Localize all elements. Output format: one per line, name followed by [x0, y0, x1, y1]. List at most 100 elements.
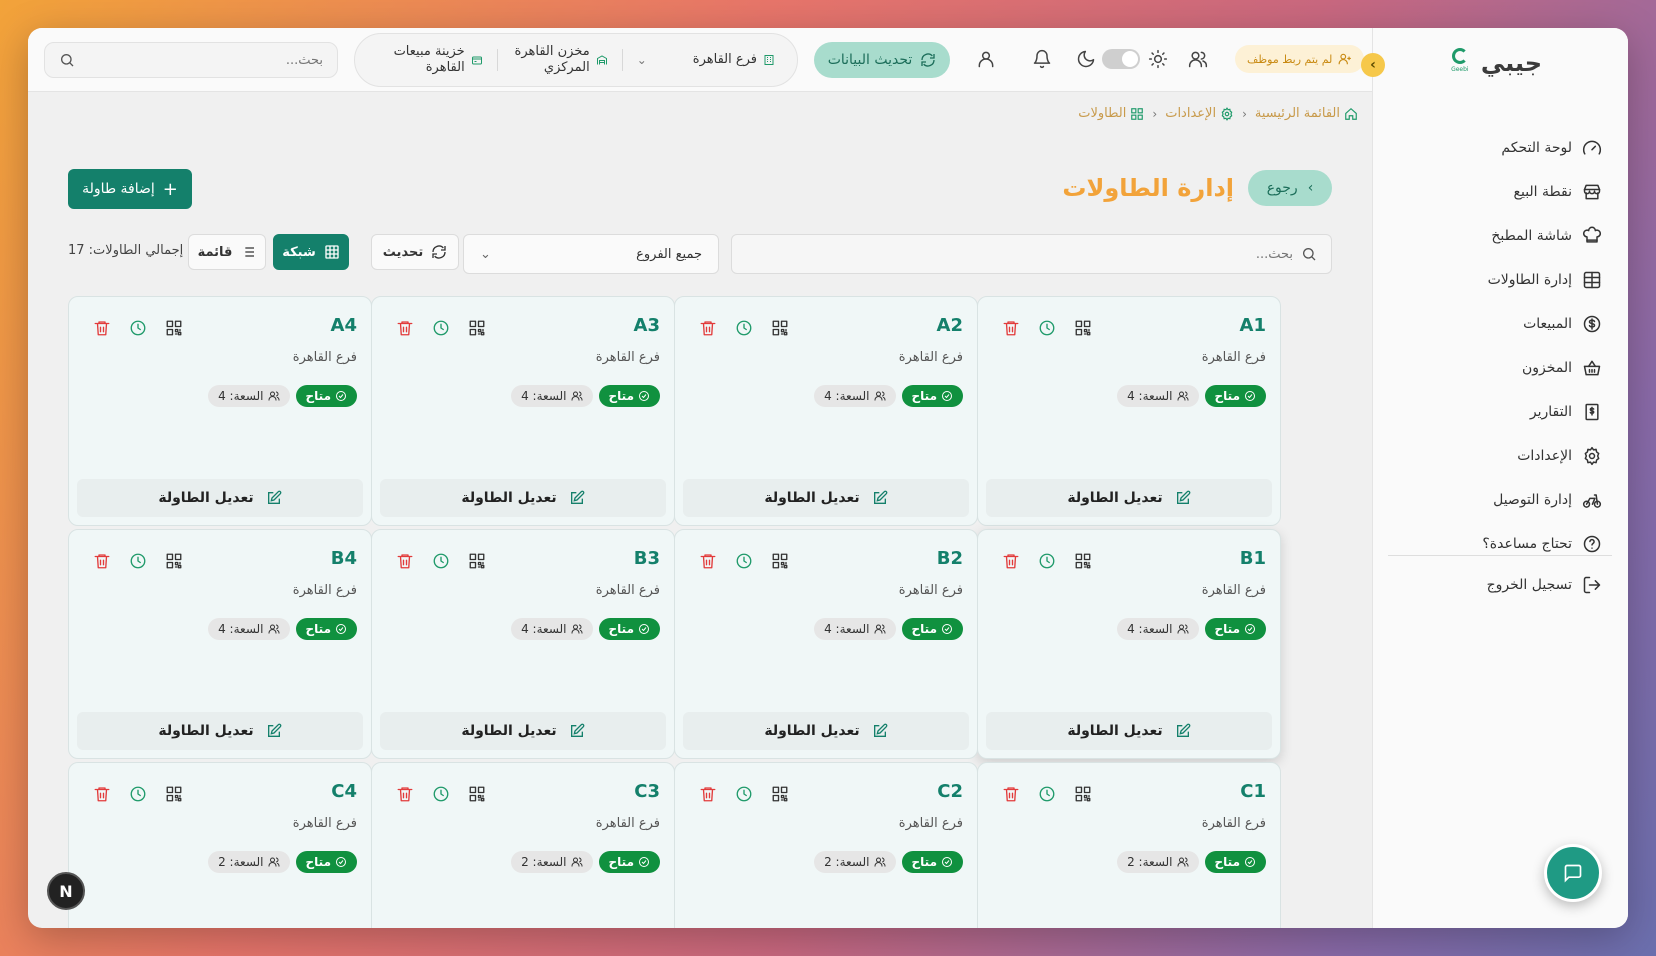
refresh-button[interactable]: تحديث: [371, 234, 459, 270]
trash-icon[interactable]: [1002, 319, 1020, 337]
branch-selector[interactable]: فرع القاهرة ⌄: [637, 52, 775, 68]
user-icon[interactable]: [976, 49, 996, 69]
clock-icon[interactable]: [129, 319, 147, 337]
qr-code-icon[interactable]: [771, 319, 789, 337]
bell-icon[interactable]: [1032, 49, 1052, 69]
breadcrumb-home[interactable]: القائمة الرئيسية: [1255, 106, 1358, 121]
qr-code-icon[interactable]: [1074, 552, 1092, 570]
search-icon: [1303, 248, 1316, 261]
clock-icon[interactable]: [129, 785, 147, 803]
edit-table-button[interactable]: تعديل الطاولة: [986, 712, 1272, 750]
table-card[interactable]: C4 فرع القاهرة متاح السعة: 2 تعديل الطاو…: [68, 762, 372, 928]
qr-code-icon[interactable]: [468, 785, 486, 803]
sidebar-item-reports[interactable]: التقارير: [1382, 390, 1602, 434]
sidebar-item-pos[interactable]: نقطة البيع: [1382, 170, 1602, 214]
page-header: › رجوع إدارة الطاولات: [1062, 170, 1332, 206]
qr-code-icon[interactable]: [468, 319, 486, 337]
clock-icon[interactable]: [129, 552, 147, 570]
refresh-data-button[interactable]: تحديث البيانات: [814, 42, 950, 78]
app-logo[interactable]: جيبي Geebi: [1447, 48, 1542, 78]
trash-icon[interactable]: [93, 319, 111, 337]
header-search-input[interactable]: [75, 52, 323, 68]
table-branch: فرع القاهرة: [292, 816, 357, 831]
table-card[interactable]: A1 فرع القاهرة متاح السعة: 4 تعديل الطاو…: [977, 296, 1281, 526]
qr-code-icon[interactable]: [1074, 319, 1092, 337]
back-button[interactable]: › رجوع: [1248, 170, 1332, 206]
clock-icon[interactable]: [432, 319, 450, 337]
capacity-label: السعة: 2: [218, 855, 264, 869]
clock-icon[interactable]: [735, 785, 753, 803]
chat-button[interactable]: [1544, 844, 1602, 902]
table-card[interactable]: A3 فرع القاهرة متاح السعة: 4 تعديل الطاو…: [371, 296, 675, 526]
table-card[interactable]: B2 فرع القاهرة متاح السعة: 4 تعديل الطاو…: [674, 529, 978, 759]
logout-button[interactable]: تسجيل الخروج: [1487, 575, 1602, 595]
qr-code-icon[interactable]: [1074, 785, 1092, 803]
warehouse-selector[interactable]: مخزن القاهرة المركزي: [512, 44, 608, 77]
sidebar-item-tables[interactable]: إدارة الطاولات: [1382, 258, 1602, 302]
sidebar-collapse-button[interactable]: ‹: [1361, 53, 1385, 77]
sidebar-item-sales[interactable]: المبيعات: [1382, 302, 1602, 346]
trash-icon[interactable]: [396, 319, 414, 337]
clock-icon[interactable]: [1038, 319, 1056, 337]
table-card[interactable]: B3 فرع القاهرة متاح السعة: 4 تعديل الطاو…: [371, 529, 675, 759]
clock-icon[interactable]: [432, 785, 450, 803]
edit-table-button[interactable]: تعديل الطاولة: [380, 712, 666, 750]
edit-table-button[interactable]: تعديل الطاولة: [683, 712, 969, 750]
trash-icon[interactable]: [1002, 785, 1020, 803]
edit-table-button[interactable]: تعديل الطاولة: [683, 479, 969, 517]
theme-toggle[interactable]: [1102, 49, 1140, 69]
trash-icon[interactable]: [93, 552, 111, 570]
trash-icon[interactable]: [93, 785, 111, 803]
clock-icon[interactable]: [735, 552, 753, 570]
sidebar-item-settings[interactable]: الإعدادات: [1382, 434, 1602, 478]
trash-icon[interactable]: [699, 785, 717, 803]
list-view-button[interactable]: قائمة: [188, 234, 266, 270]
moon-icon[interactable]: [1076, 49, 1096, 69]
clock-icon[interactable]: [735, 319, 753, 337]
trash-icon[interactable]: [699, 552, 717, 570]
grid-view-button[interactable]: شبكة: [273, 234, 349, 270]
sidebar-item-help[interactable]: تحتاج مساعدة؟: [1382, 522, 1602, 566]
qr-code-icon[interactable]: [468, 552, 486, 570]
table-card[interactable]: B1 فرع القاهرة متاح السعة: 4 تعديل الطاو…: [977, 529, 1281, 759]
table-card[interactable]: C3 فرع القاهرة متاح السعة: 2 تعديل الطاو…: [371, 762, 675, 928]
qr-code-icon[interactable]: [165, 785, 183, 803]
breadcrumb: القائمة الرئيسية ‹ الإعدادات ‹ الطاولات: [1078, 106, 1358, 121]
clock-icon[interactable]: [1038, 552, 1056, 570]
qr-code-icon[interactable]: [771, 552, 789, 570]
breadcrumb-settings[interactable]: الإعدادات: [1165, 106, 1234, 121]
qr-code-icon[interactable]: [165, 552, 183, 570]
clock-icon[interactable]: [1038, 785, 1056, 803]
trash-icon[interactable]: [699, 319, 717, 337]
users-icon[interactable]: [1188, 49, 1208, 69]
capacity-badge: السعة: 4: [511, 385, 593, 407]
table-card[interactable]: A4 فرع القاهرة متاح السعة: 4 تعديل الطاو…: [68, 296, 372, 526]
table-card[interactable]: A2 فرع القاهرة متاح السعة: 4 تعديل الطاو…: [674, 296, 978, 526]
clock-icon[interactable]: [432, 552, 450, 570]
sun-icon[interactable]: [1148, 49, 1168, 69]
sidebar-item-inventory[interactable]: المخزون: [1382, 346, 1602, 390]
qr-code-icon[interactable]: [771, 785, 789, 803]
edit-table-button[interactable]: تعديل الطاولة: [380, 479, 666, 517]
table-card[interactable]: C1 فرع القاهرة متاح السعة: 2 تعديل الطاو…: [977, 762, 1281, 928]
branch-filter-select[interactable]: جميع الفروع ⌄: [463, 234, 719, 274]
add-table-button[interactable]: + إضافة طاولة: [68, 169, 192, 209]
table-card[interactable]: B4 فرع القاهرة متاح السعة: 4 تعديل الطاو…: [68, 529, 372, 759]
tables-search-input[interactable]: [746, 246, 1293, 262]
cashbox-selector[interactable]: خزينة مبيعات القاهرة: [387, 44, 483, 77]
trash-icon[interactable]: [396, 785, 414, 803]
table-card[interactable]: C2 فرع القاهرة متاح السعة: 2 تعديل الطاو…: [674, 762, 978, 928]
refresh-data-label: تحديث البيانات: [827, 52, 913, 68]
breadcrumb-label: الطاولات: [1078, 106, 1127, 121]
edit-table-button[interactable]: تعديل الطاولة: [77, 479, 363, 517]
qr-code-icon[interactable]: [165, 319, 183, 337]
trash-icon[interactable]: [396, 552, 414, 570]
employee-badge[interactable]: لم يتم ربط موظف: [1235, 45, 1365, 73]
sidebar-item-delivery[interactable]: إدارة التوصيل: [1382, 478, 1602, 522]
edit-table-button[interactable]: تعديل الطاولة: [986, 479, 1272, 517]
sidebar-item-kitchen[interactable]: شاشة المطبخ: [1382, 214, 1602, 258]
trash-icon[interactable]: [1002, 552, 1020, 570]
next-dev-button[interactable]: N: [47, 872, 85, 910]
sidebar-item-dashboard[interactable]: لوحة التحكم: [1382, 126, 1602, 170]
edit-table-button[interactable]: تعديل الطاولة: [77, 712, 363, 750]
